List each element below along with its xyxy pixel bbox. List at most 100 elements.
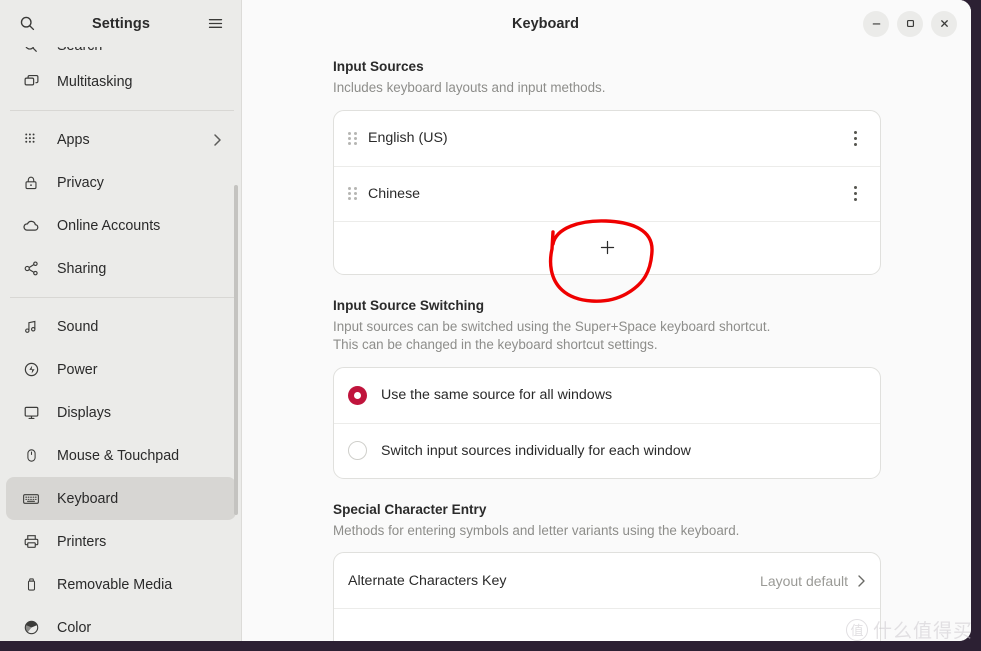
- share-icon: [22, 260, 40, 278]
- input-source-row-chinese[interactable]: Chinese: [334, 165, 880, 221]
- windows-icon: [22, 73, 40, 91]
- sidebar-item-printers[interactable]: Printers: [6, 520, 236, 563]
- chevron-right-icon: [213, 133, 222, 147]
- description-line-1: Input sources can be switched using the …: [333, 318, 771, 334]
- section-description: Methods for entering symbols and letter …: [333, 522, 740, 538]
- grid-dots-icon: [22, 131, 40, 149]
- sidebar-item-sound[interactable]: Sound: [6, 305, 236, 348]
- section-title: Input Sources: [333, 59, 424, 74]
- sidebar-item-label: Apps: [57, 131, 90, 148]
- settings-window: Settings Search: [0, 0, 971, 641]
- cloud-icon: [22, 217, 40, 235]
- section-input-sources: Input Sources Includes keyboard layouts …: [242, 59, 971, 275]
- row-label: Alternate Characters Key: [348, 572, 507, 589]
- sidebar-item-removable-media[interactable]: Removable Media: [6, 563, 236, 606]
- settings-scroll-area[interactable]: Input Sources Includes keyboard layouts …: [242, 47, 971, 641]
- sidebar-item-label: Displays: [57, 404, 112, 421]
- sidebar-item-label: Removable Media: [57, 576, 173, 593]
- sidebar-divider: [10, 110, 234, 111]
- more-options-icon[interactable]: [844, 126, 866, 150]
- description-line-2: This can be changed in the keyboard shor…: [333, 337, 658, 352]
- section-description: Input sources can be switched using the …: [333, 318, 881, 355]
- sidebar-item-label: Sharing: [57, 260, 107, 277]
- chevron-right-icon: [857, 574, 866, 588]
- search-icon[interactable]: [14, 11, 40, 37]
- more-options-icon[interactable]: [844, 182, 866, 206]
- sidebar: Settings Search: [0, 0, 242, 641]
- radio-label: Use the same source for all windows: [381, 387, 613, 403]
- sidebar-item-label: Search: [57, 47, 102, 54]
- sidebar-title: Settings: [92, 15, 150, 32]
- mouse-icon: [22, 447, 40, 465]
- printer-icon: [22, 533, 40, 551]
- drag-handle-icon[interactable]: [346, 130, 358, 146]
- sidebar-item-keyboard[interactable]: Keyboard: [6, 477, 236, 520]
- row-next-partial[interactable]: [334, 608, 880, 641]
- input-source-switching-card: Use the same source for all windows Swit…: [333, 366, 881, 479]
- sidebar-item-privacy[interactable]: Privacy: [6, 161, 236, 204]
- add-input-source-button[interactable]: [334, 220, 880, 274]
- sidebar-item-displays[interactable]: Displays: [6, 391, 236, 434]
- sidebar-item-multitasking[interactable]: Multitasking: [6, 60, 236, 103]
- section-title: Input Source Switching: [333, 297, 485, 313]
- sidebar-scrollbar[interactable]: [234, 185, 238, 515]
- section-special-character-entry: Special Character Entry Methods for ente…: [242, 501, 971, 641]
- sidebar-nav-list: Search Multitasking: [0, 47, 242, 641]
- input-source-label: Chinese: [368, 185, 421, 202]
- plus-icon: [600, 240, 614, 255]
- sidebar-item-label: Power: [57, 361, 98, 378]
- radio-row-per-window[interactable]: Switch input sources individually for ea…: [334, 422, 880, 478]
- sidebar-divider-edge: [241, 0, 242, 641]
- special-character-entry-card: Alternate Characters Key Layout default: [333, 552, 881, 641]
- radio-button[interactable]: [348, 441, 367, 460]
- sidebar-item-mouse-touchpad[interactable]: Mouse & Touchpad: [6, 434, 236, 477]
- input-source-row-english[interactable]: English (US): [334, 111, 880, 166]
- color-wheel-icon: [22, 619, 40, 637]
- sidebar-item-apps[interactable]: Apps: [6, 118, 236, 161]
- keyboard-icon: [22, 490, 40, 508]
- sidebar-item-label: Mouse & Touchpad: [57, 447, 180, 464]
- window-titlebar: Keyboard: [242, 0, 971, 47]
- monitor-icon: [22, 404, 40, 422]
- usb-drive-icon: [22, 576, 40, 594]
- section-title: Special Character Entry: [333, 501, 487, 517]
- sidebar-item-online-accounts[interactable]: Online Accounts: [6, 204, 236, 247]
- desktop-background: Settings Search: [0, 0, 981, 651]
- radio-label: Switch input sources individually for ea…: [381, 442, 691, 459]
- sidebar-item-label: Printers: [57, 533, 107, 550]
- power-icon: [22, 361, 40, 379]
- minimize-button[interactable]: [863, 10, 889, 37]
- search-icon: [22, 47, 40, 55]
- close-button[interactable]: [931, 10, 957, 37]
- sidebar-item-sharing[interactable]: Sharing: [6, 247, 236, 290]
- sidebar-item-label: Color: [57, 619, 92, 636]
- music-note-icon: [22, 318, 40, 336]
- sidebar-item-power[interactable]: Power: [6, 348, 236, 391]
- hamburger-menu-icon[interactable]: [202, 11, 228, 37]
- sidebar-item-label: Online Accounts: [57, 217, 161, 234]
- row-alternate-characters-key[interactable]: Alternate Characters Key Layout default: [334, 553, 880, 608]
- page-title: Keyboard: [512, 15, 579, 32]
- sidebar-item-label: Privacy: [57, 174, 104, 191]
- sidebar-item-label: Keyboard: [57, 490, 119, 507]
- sidebar-divider: [10, 297, 234, 298]
- radio-button-selected[interactable]: [348, 385, 367, 405]
- sidebar-header: Settings: [0, 0, 242, 47]
- maximize-button[interactable]: [897, 10, 923, 37]
- input-source-label: English (US): [368, 130, 448, 146]
- row-value: Layout default: [760, 572, 848, 589]
- input-sources-card: English (US) Chinese: [333, 109, 881, 275]
- section-description: Includes keyboard layouts and input meth…: [333, 80, 606, 95]
- sidebar-item-label: Sound: [57, 318, 99, 335]
- window-controls: [863, 10, 971, 37]
- sidebar-item-label: Multitasking: [57, 73, 133, 90]
- lock-icon: [22, 174, 40, 192]
- content-area: Keyboard Input Sources Includes keyboard…: [242, 0, 971, 641]
- sidebar-item-search[interactable]: Search: [6, 47, 236, 60]
- sidebar-item-color[interactable]: Color: [6, 606, 236, 641]
- radio-row-same-source[interactable]: Use the same source for all windows: [334, 368, 880, 423]
- drag-handle-icon[interactable]: [346, 186, 358, 202]
- section-input-source-switching: Input Source Switching Input sources can…: [242, 298, 971, 479]
